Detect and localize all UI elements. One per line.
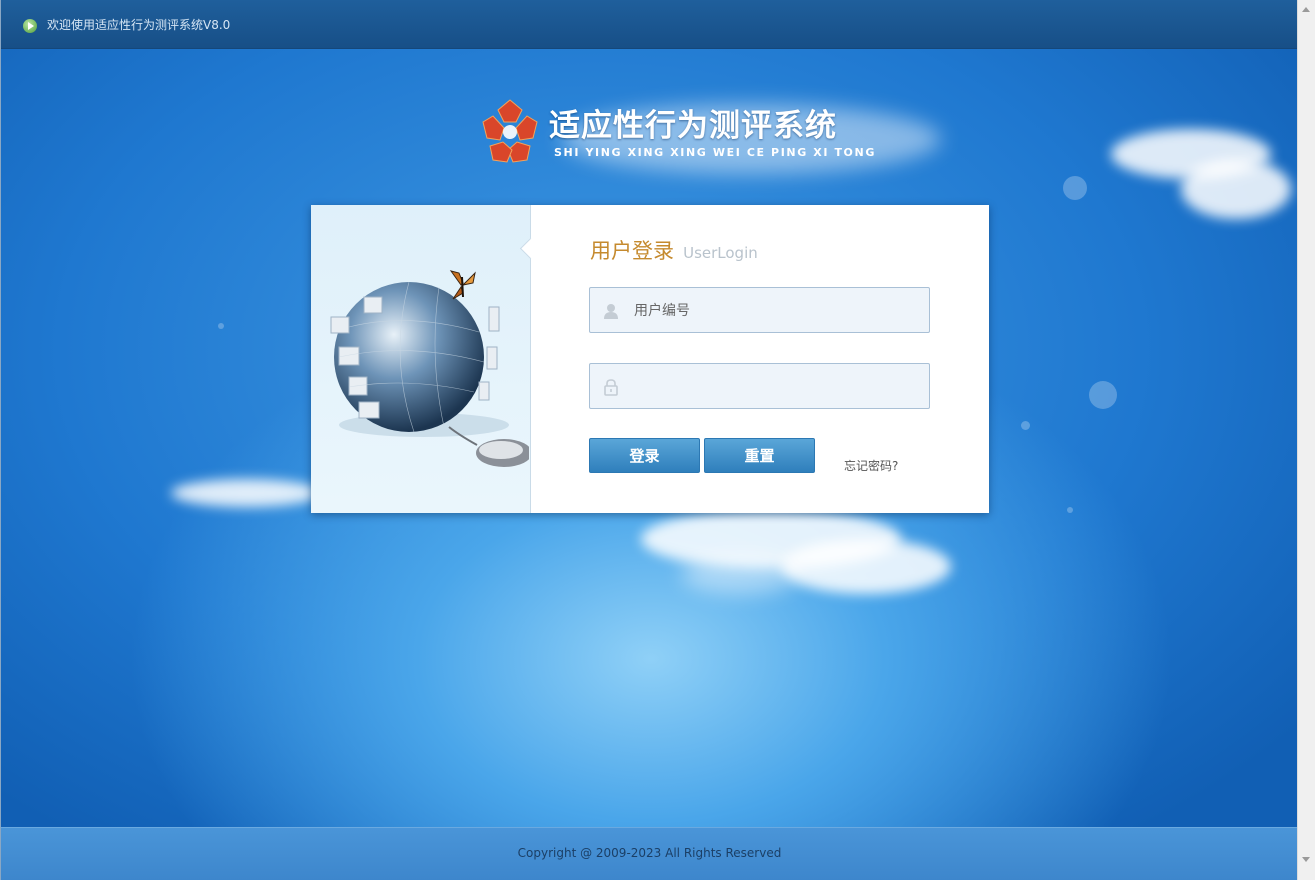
cloud [171,479,321,507]
login-title-en: UserLogin [683,244,758,262]
vertical-scrollbar[interactable] [1297,0,1315,880]
scroll-up-icon[interactable] [1302,7,1310,12]
login-button[interactable]: 登录 [589,438,700,473]
password-input[interactable] [632,364,926,410]
username-field[interactable] [589,287,930,334]
bubble [1021,421,1030,430]
bubble [1063,176,1087,200]
username-input[interactable] [632,288,926,334]
bubble [1089,381,1117,409]
window-title: 欢迎使用适应性行为测评系统V8.0 [47,18,231,32]
lock-icon [604,379,618,396]
scroll-down-icon[interactable] [1302,857,1310,862]
reset-button[interactable]: 重置 [704,438,815,473]
title-bar: 欢迎使用适应性行为测评系统V8.0 [1,0,1297,49]
panel-notch [519,237,542,260]
user-icon [604,304,618,319]
brand-title: 适应性行为测评系统 [549,108,837,144]
brand-subtitle: SHI YING XING XING WEI CE PING XI TONG [554,146,876,159]
login-title-cn: 用户登录 [590,239,674,263]
puzzle-globe-icon [330,270,529,467]
footer: Copyright @ 2009-2023 All Rights Reserve… [1,827,1297,880]
app-window: 欢迎使用适应性行为测评系统V8.0 适应性行为测评系统 SHI YING XIN… [0,0,1297,880]
copyright-text: Copyright @ 2009-2023 All Rights Reserve… [517,846,782,860]
cloud [681,554,801,594]
play-icon [23,19,37,33]
password-field[interactable] [589,363,930,410]
login-title: 用户登录 UserLogin [590,235,758,265]
illustration-panel [311,205,542,513]
forgot-password-link[interactable]: 忘记密码? [844,457,898,474]
cloud [1181,159,1291,219]
bubble [1067,507,1073,513]
red-pentagon-logo-icon [482,99,538,163]
login-panel: 用户登录 UserLogin 登录 重置 忘记密码? [311,205,989,513]
cloud [781,539,951,594]
bubble [218,323,224,329]
